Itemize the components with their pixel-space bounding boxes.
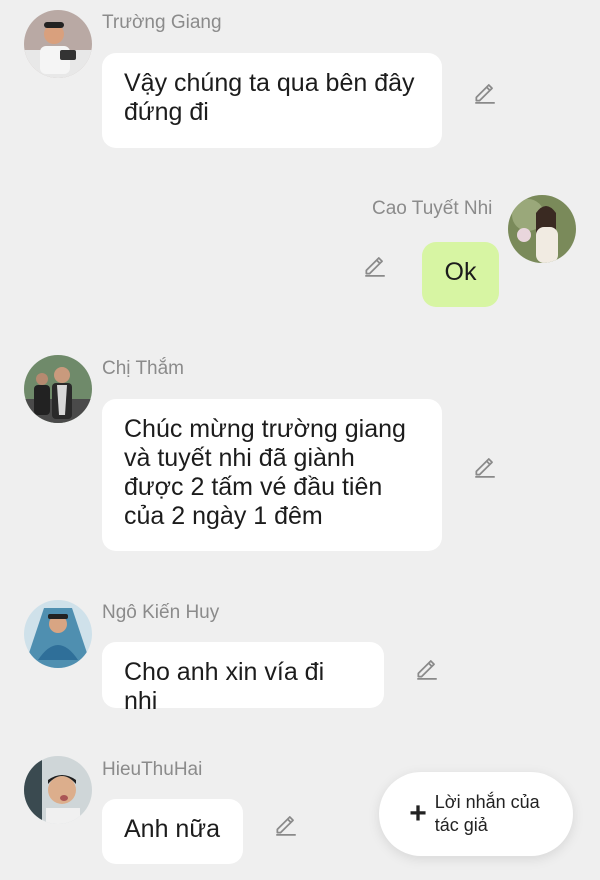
sender-name: Ngô Kiến Huy	[102, 602, 220, 623]
avatar-ngo-kien-huy[interactable]	[24, 600, 92, 668]
sender-name: Trường Giang	[102, 12, 222, 33]
plus-icon: +	[409, 797, 427, 830]
message-text: Cho anh xin vía đi nhi	[124, 658, 325, 715]
message-bubble-own: Ok	[422, 242, 499, 307]
avatar-truong-giang[interactable]	[24, 10, 92, 78]
pencil-icon[interactable]	[472, 453, 498, 479]
pencil-icon[interactable]	[414, 655, 440, 681]
avatar-hieuthuhai[interactable]	[24, 756, 92, 824]
message-bubble: Chúc mừng trường giang và tuyết nhi đã g…	[102, 399, 442, 551]
message-bubble: Cho anh xin vía đi nhi	[102, 642, 384, 715]
message-text: Vậy chúng ta qua bên đây đứng đi	[124, 69, 415, 126]
sender-name: HieuThuHai	[102, 759, 203, 780]
message-text: Chúc mừng trường giang và tuyết nhi đã g…	[124, 415, 406, 530]
avatar-chi-tham[interactable]	[24, 355, 92, 423]
message-bubble: Vậy chúng ta qua bên đây đứng đi	[102, 53, 442, 148]
pencil-icon[interactable]	[472, 79, 498, 105]
pencil-icon[interactable]	[273, 811, 299, 837]
sender-name: Cao Tuyết Nhi	[372, 198, 493, 219]
author-note-button[interactable]: + Lời nhắn của tác giả	[379, 772, 573, 856]
author-note-label: Lời nhắn của tác giả	[434, 792, 540, 835]
message-text: Ok	[444, 258, 477, 286]
message-text: Anh nữa	[124, 815, 220, 843]
pencil-icon[interactable]	[362, 252, 388, 278]
avatar-cao-tuyet-nhi[interactable]	[508, 195, 576, 263]
sender-name: Chị Thắm	[102, 358, 185, 379]
message-bubble: Anh nữa	[102, 799, 243, 864]
